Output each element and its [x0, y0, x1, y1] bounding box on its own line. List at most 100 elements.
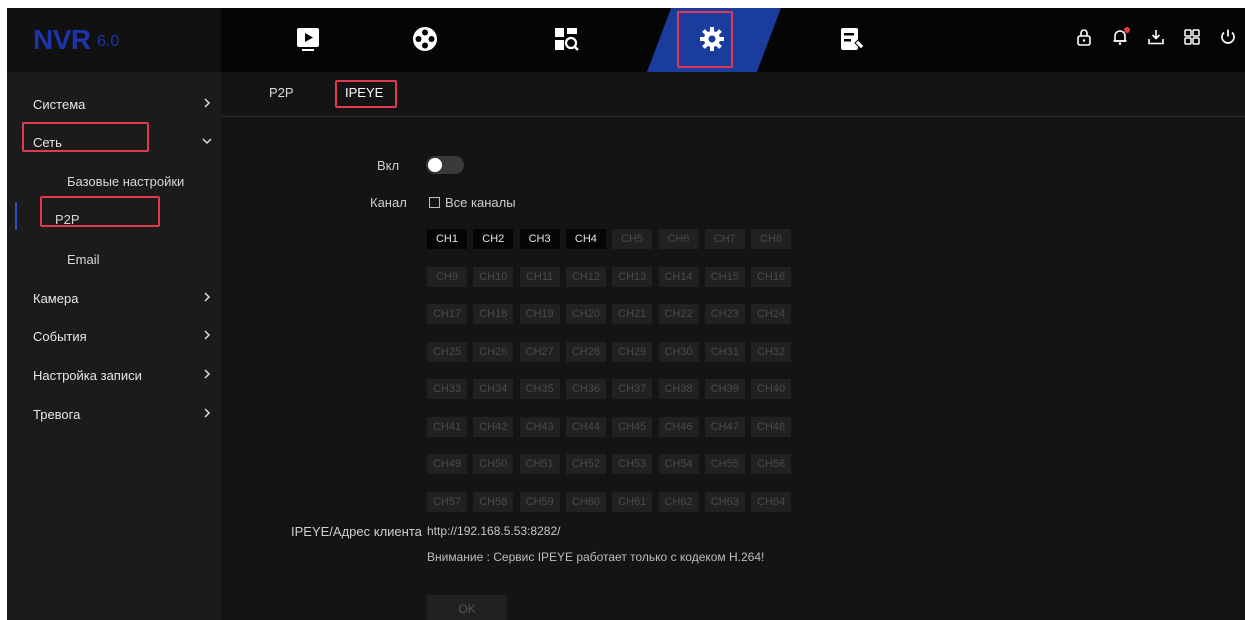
channel-button[interactable]: CH38	[658, 379, 699, 399]
channel-button[interactable]: CH45	[612, 416, 653, 437]
chevron-down-icon	[202, 138, 212, 145]
sidebar-item-record-settings[interactable]: Настройка записи	[7, 356, 221, 394]
channel-button[interactable]: CH42	[473, 416, 514, 437]
status-icons	[1075, 27, 1237, 46]
channel-button[interactable]: CH16	[751, 266, 792, 287]
sidebar-item-email[interactable]: Email	[7, 240, 221, 278]
sidebar-item-alarm[interactable]: Тревога	[7, 395, 221, 433]
alarm-bell-icon[interactable]	[1111, 27, 1130, 46]
channel-button[interactable]: CH60	[565, 491, 606, 512]
maintenance-icon[interactable]	[835, 22, 869, 56]
channel-button[interactable]: CH5	[612, 229, 653, 249]
channel-button[interactable]: CH15	[704, 266, 745, 287]
client-address-label: IPEYE/Адрес клиента	[291, 524, 422, 539]
channel-button[interactable]: CH23	[704, 304, 745, 324]
channel-button[interactable]: CH32	[751, 341, 792, 362]
client-address-value[interactable]: http://192.168.5.53:8282/	[427, 524, 560, 538]
search-device-icon[interactable]	[549, 22, 583, 56]
channel-button[interactable]: CH55	[704, 454, 745, 474]
channel-button[interactable]: CH14	[658, 266, 699, 287]
sidebar-item-label: Email	[67, 251, 100, 267]
channel-button[interactable]: CH51	[519, 454, 560, 474]
sidebar-item-label: Камера	[33, 290, 79, 306]
channel-button[interactable]: CH40	[751, 379, 792, 399]
channel-button[interactable]: CH62	[658, 491, 699, 512]
channel-button[interactable]: CH48	[751, 416, 792, 437]
channel-button[interactable]: CH58	[473, 491, 514, 512]
enable-label: Вкл	[377, 158, 400, 173]
channel-button[interactable]: CH29	[612, 341, 653, 362]
sidebar-item-events[interactable]: События	[7, 317, 221, 355]
layout-grid-icon[interactable]	[1183, 28, 1201, 46]
channel-button[interactable]: CH61	[612, 491, 653, 512]
logo: NVR 6.0	[7, 8, 221, 72]
film-reel-icon[interactable]	[408, 22, 442, 56]
channel-button[interactable]: CH6	[658, 229, 699, 249]
active-tab-highlight	[677, 11, 733, 68]
channel-button[interactable]: CH28	[565, 341, 606, 362]
channel-button[interactable]: CH36	[565, 379, 606, 399]
channel-button[interactable]: CH57	[427, 491, 467, 512]
sidebar-item-system[interactable]: Система	[7, 85, 221, 123]
channel-button[interactable]: CH46	[658, 416, 699, 437]
sidebar-item-camera[interactable]: Камера	[7, 279, 221, 317]
channel-button[interactable]: CH3	[519, 229, 560, 249]
channel-button[interactable]: CH53	[612, 454, 653, 474]
channel-button[interactable]: CH31	[704, 341, 745, 362]
playback-icon[interactable]	[291, 22, 325, 56]
channel-button[interactable]: CH30	[658, 341, 699, 362]
channel-button[interactable]: CH12	[565, 266, 606, 287]
channel-button[interactable]: CH24	[751, 304, 792, 324]
power-icon[interactable]	[1219, 28, 1237, 46]
channel-button[interactable]: CH18	[473, 304, 514, 324]
channel-button[interactable]: CH13	[612, 266, 653, 287]
sidebar-item-label: Базовые настройки	[67, 173, 185, 189]
channel-button[interactable]: CH1	[427, 229, 467, 249]
channel-button[interactable]: CH8	[751, 229, 792, 249]
sidebar-item-label: Система	[33, 96, 86, 112]
channel-button[interactable]: CH10	[473, 266, 514, 287]
channel-button[interactable]: CH22	[658, 304, 699, 324]
tab-p2p[interactable]: P2P	[269, 85, 294, 100]
channel-button[interactable]: CH11	[519, 266, 560, 287]
channel-button[interactable]: CH20	[565, 304, 606, 324]
channel-button[interactable]: CH47	[704, 416, 745, 437]
channel-button[interactable]: CH37	[612, 379, 653, 399]
channel-button[interactable]: CH54	[658, 454, 699, 474]
lock-icon[interactable]	[1075, 28, 1093, 46]
channel-button[interactable]: CH43	[519, 416, 560, 437]
channel-button[interactable]: CH49	[427, 454, 467, 474]
channel-button[interactable]: CH35	[519, 379, 560, 399]
enable-toggle[interactable]	[426, 156, 464, 174]
nvr-window: NVR 6.0 Система Сеть Базовые настройки P…	[7, 8, 1245, 620]
sidebar-item-basic-settings[interactable]: Базовые настройки	[7, 162, 221, 200]
channel-button[interactable]: CH9	[427, 266, 467, 287]
channel-button[interactable]: CH56	[751, 454, 792, 474]
channel-button[interactable]: CH21	[612, 304, 653, 324]
channel-button[interactable]: CH27	[519, 341, 560, 362]
channel-button[interactable]: CH52	[565, 454, 606, 474]
download-icon[interactable]	[1147, 28, 1165, 46]
channel-button[interactable]: CH2	[473, 229, 514, 249]
channel-button[interactable]: CH44	[565, 416, 606, 437]
channel-button[interactable]: CH63	[704, 491, 745, 512]
all-channels-label: Все каналы	[445, 195, 516, 210]
channel-button[interactable]: CH41	[427, 416, 467, 437]
channel-button[interactable]: CH39	[704, 379, 745, 399]
channel-button[interactable]: CH19	[519, 304, 560, 324]
channel-button[interactable]: CH59	[519, 491, 560, 512]
channel-button[interactable]: CH17	[427, 304, 467, 324]
channel-button[interactable]: CH25	[427, 341, 467, 362]
channel-button[interactable]: CH64	[751, 491, 792, 512]
all-channels-checkbox[interactable]	[429, 197, 440, 208]
channel-button[interactable]: CH50	[473, 454, 514, 474]
channel-button[interactable]: CH26	[473, 341, 514, 362]
channel-button[interactable]: CH33	[427, 379, 467, 399]
ok-button[interactable]: OK	[427, 595, 507, 620]
p2p-highlight	[40, 196, 160, 227]
channel-button[interactable]: CH4	[565, 229, 606, 249]
channel-label: Канал	[370, 195, 407, 210]
channel-button[interactable]: CH34	[473, 379, 514, 399]
logo-name: NVR	[33, 24, 91, 55]
channel-button[interactable]: CH7	[704, 229, 745, 249]
